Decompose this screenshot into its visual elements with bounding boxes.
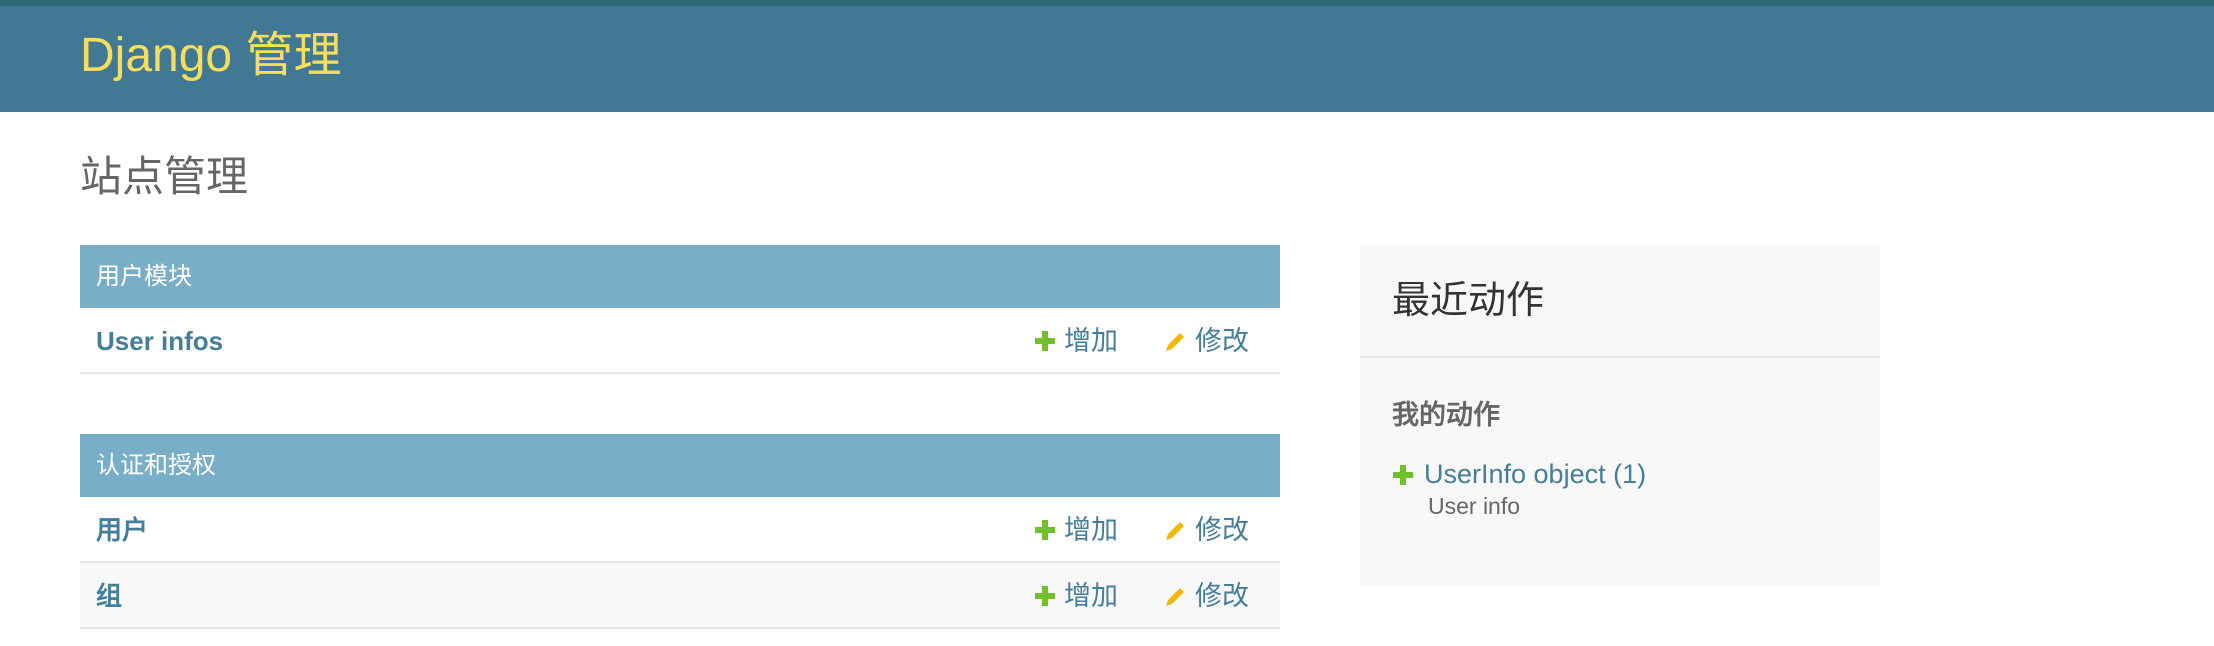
change-button[interactable]: 修改 <box>1165 563 1249 629</box>
recent-action-item: UserInfo object (1) <box>1392 459 1646 490</box>
recent-actions-title: 最近动作 <box>1392 280 1545 322</box>
divider <box>1360 356 1880 358</box>
table-row: User infos 增加 修改 <box>80 308 1280 374</box>
add-button[interactable]: 增加 <box>1034 308 1118 374</box>
table-row: 组 增加 修改 <box>80 563 1280 629</box>
add-button[interactable]: 增加 <box>1034 497 1118 563</box>
add-label: 增加 <box>1064 581 1118 611</box>
model-link-user-infos[interactable]: User infos <box>96 308 223 374</box>
pencil-icon <box>1166 333 1184 351</box>
module-caption[interactable]: 用户模块 <box>80 245 1280 308</box>
table-row: 用户 增加 修改 <box>80 497 1280 563</box>
change-button[interactable]: 修改 <box>1165 497 1249 563</box>
change-label: 修改 <box>1195 581 1249 611</box>
change-label: 修改 <box>1195 515 1249 545</box>
plus-icon <box>1035 520 1055 540</box>
module-caption[interactable]: 认证和授权 <box>80 434 1280 497</box>
add-button[interactable]: 增加 <box>1034 563 1118 629</box>
change-label: 修改 <box>1195 326 1249 356</box>
my-actions-heading: 我的动作 <box>1392 400 1500 430</box>
site-brand-link[interactable]: Django 管理 <box>80 32 341 80</box>
add-label: 增加 <box>1064 515 1118 545</box>
pencil-icon <box>1166 522 1184 540</box>
page-title: 站点管理 <box>80 153 249 200</box>
change-button[interactable]: 修改 <box>1165 308 1249 374</box>
model-link-users[interactable]: 用户 <box>96 497 148 563</box>
app-module-userinfo: 用户模块 User infos 增加 修改 <box>80 245 1280 374</box>
app-module-auth: 认证和授权 用户 增加 修改 组 增加 修改 <box>80 434 1280 629</box>
plus-icon <box>1393 464 1413 485</box>
plus-icon <box>1035 586 1055 606</box>
model-link-groups[interactable]: 组 <box>96 563 122 629</box>
recent-actions-panel: 最近动作 我的动作 UserInfo object (1) User info <box>1360 245 1880 585</box>
plus-icon <box>1035 331 1055 351</box>
recent-action-link[interactable]: UserInfo object (1) <box>1424 459 1646 490</box>
recent-action-type: User info <box>1428 493 1521 519</box>
site-header: Django 管理 <box>0 6 2214 112</box>
pencil-icon <box>1166 588 1184 606</box>
add-label: 增加 <box>1064 326 1118 356</box>
